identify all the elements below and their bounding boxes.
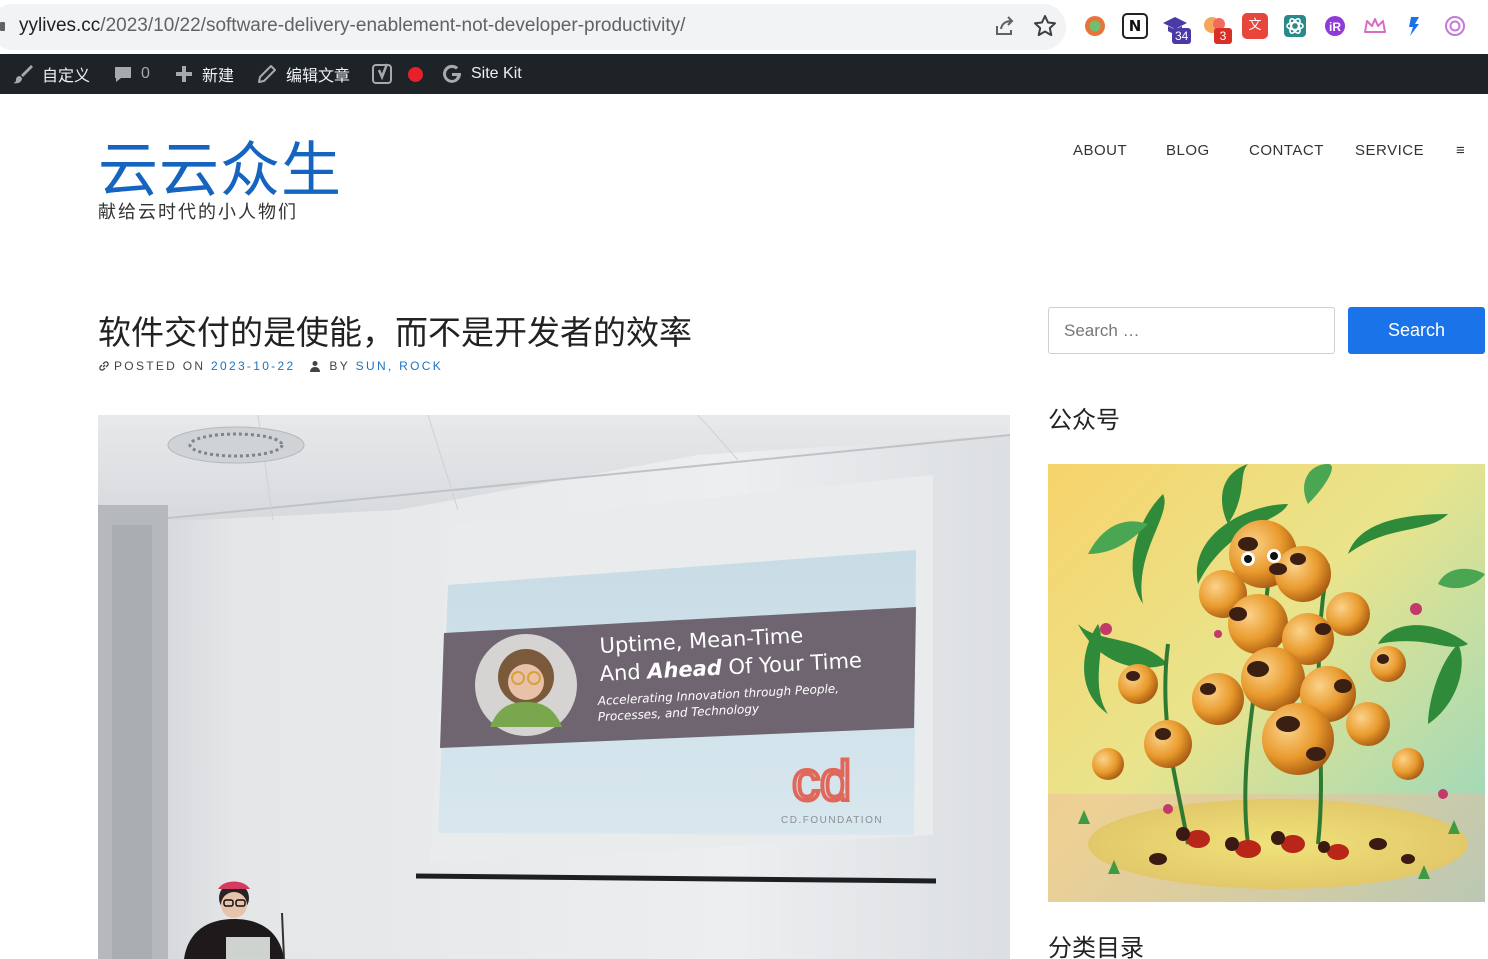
- admin-edit-label: 编辑文章: [286, 68, 351, 85]
- wechat-image: [1048, 464, 1485, 902]
- post-title: 软件交付的是使能，而不是开发者的效率: [98, 313, 692, 352]
- circle-extension-icon[interactable]: [1082, 13, 1108, 39]
- bookmark-star-icon[interactable]: [1032, 13, 1058, 39]
- posted-on-label: POSTED ON: [114, 359, 206, 373]
- admin-new[interactable]: 新建: [174, 54, 234, 94]
- comments-count: 0: [141, 65, 150, 82]
- browser-toolbar: yylives.cc/2023/10/22/software-delivery-…: [0, 0, 1488, 54]
- yoast-seo-icon[interactable]: [370, 54, 404, 94]
- share-icon[interactable]: [992, 13, 1018, 39]
- svg-text:iR: iR: [1329, 20, 1341, 34]
- admin-site-kit-label: Site Kit: [471, 65, 522, 82]
- search-button[interactable]: Search: [1348, 307, 1485, 354]
- notion-icon[interactable]: N: [1122, 13, 1148, 39]
- flag-icon[interactable]: [1402, 13, 1428, 39]
- seo-status-dot: [408, 66, 423, 82]
- admin-comments[interactable]: 0: [113, 54, 150, 94]
- admin-customize-label: 自定义: [42, 68, 91, 85]
- nav-blog[interactable]: BLOG: [1166, 142, 1210, 159]
- site-title[interactable]: 云云众生: [98, 122, 342, 209]
- post-meta: POSTED ON 2023-10-22 BY SUN, ROCK: [98, 359, 443, 373]
- slide-brand: CD.FOUNDATION: [781, 815, 883, 826]
- r-logo-icon[interactable]: iR: [1322, 13, 1348, 39]
- pencil-icon: [258, 65, 276, 83]
- address-bar-url[interactable]: yylives.cc/2023/10/22/software-delivery-…: [19, 15, 685, 37]
- lock-icon[interactable]: [0, 22, 5, 31]
- url-host: yylives.cc: [19, 15, 101, 36]
- link-icon: [99, 361, 109, 371]
- user-icon: [310, 361, 321, 372]
- nav-contact[interactable]: CONTACT: [1249, 142, 1324, 159]
- crown-icon[interactable]: [1362, 13, 1388, 39]
- url-path: /2023/10/22/software-delivery-enablement…: [100, 15, 686, 36]
- admin-customize[interactable]: 自定义: [12, 54, 90, 94]
- hamburger-menu-icon[interactable]: ≡: [1456, 142, 1465, 159]
- comment-icon: [115, 67, 131, 82]
- translate-icon[interactable]: 文: [1242, 13, 1268, 39]
- atom-icon[interactable]: [1282, 13, 1308, 39]
- seo-score-icon[interactable]: [408, 54, 423, 94]
- post-author-link[interactable]: SUN, ROCK: [356, 359, 443, 373]
- site-tagline: 献给云时代的小人物们: [98, 202, 298, 223]
- post-date-link[interactable]: 2023-10-22: [211, 359, 295, 373]
- openai-icon[interactable]: [1442, 13, 1468, 39]
- extension-badge: 34: [1172, 28, 1192, 44]
- widget-title-categories: 分类目录: [1048, 934, 1144, 959]
- search-input[interactable]: [1048, 307, 1335, 354]
- paintbrush-icon: [13, 65, 33, 84]
- nav-about[interactable]: ABOUT: [1073, 142, 1127, 159]
- nav-service[interactable]: SERVICE: [1355, 142, 1424, 159]
- cd-logo: cd: [792, 749, 851, 812]
- plus-icon: [176, 66, 192, 82]
- widget-title-wechat: 公众号: [1048, 406, 1120, 434]
- extension-badge: 3: [1214, 28, 1232, 44]
- admin-site-kit[interactable]: Site Kit: [441, 54, 522, 94]
- admin-edit-post[interactable]: 编辑文章: [256, 54, 350, 94]
- google-g-icon: [443, 64, 461, 83]
- by-label: BY: [329, 359, 351, 373]
- wp-admin-bar: 自定义 0 新建 编辑文章 Site Kit: [0, 54, 1488, 94]
- admin-new-label: 新建: [202, 68, 235, 85]
- featured-image: Uptime, Mean-Time And Ahead Of Your Time…: [98, 415, 1010, 959]
